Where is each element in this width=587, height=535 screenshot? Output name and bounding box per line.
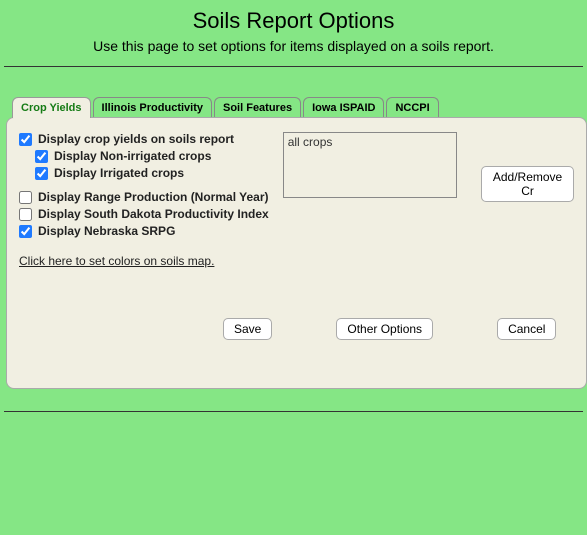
colors-link-row: Click here to set colors on soils map. — [19, 254, 269, 268]
label-non-irrigated: Display Non-irrigated crops — [54, 149, 211, 163]
checkbox-irrigated[interactable] — [35, 167, 48, 180]
checkbox-non-irrigated[interactable] — [35, 150, 48, 163]
option-irrigated[interactable]: Display Irrigated crops — [35, 166, 269, 180]
cancel-button[interactable]: Cancel — [497, 318, 556, 340]
checkbox-nebraska[interactable] — [19, 225, 32, 238]
checkbox-display-crop-yields[interactable] — [19, 133, 32, 146]
tab-iowa-ispaid[interactable]: Iowa ISPAID — [303, 97, 384, 118]
content-row: Display crop yields on soils report Disp… — [19, 132, 574, 268]
tab-bar: Crop Yields Illinois Productivity Soil F… — [6, 97, 587, 118]
tab-soil-features[interactable]: Soil Features — [214, 97, 301, 118]
tab-crop-yields[interactable]: Crop Yields — [12, 97, 91, 118]
colors-link[interactable]: Click here to set colors on soils map. — [19, 254, 214, 268]
label-range-production: Display Range Production (Normal Year) — [38, 190, 269, 204]
label-display-crop-yields: Display crop yields on soils report — [38, 132, 234, 146]
listbox-item-all-crops[interactable]: all crops — [288, 135, 452, 149]
other-options-group: Display Range Production (Normal Year) D… — [19, 190, 269, 238]
tab-illinois-productivity[interactable]: Illinois Productivity — [93, 97, 212, 118]
tab-nccpi[interactable]: NCCPI — [386, 97, 438, 118]
crop-yields-group: Display crop yields on soils report Disp… — [19, 132, 269, 180]
checkbox-range-production[interactable] — [19, 191, 32, 204]
option-non-irrigated[interactable]: Display Non-irrigated crops — [35, 149, 269, 163]
page-subtitle: Use this page to set options for items d… — [0, 38, 587, 60]
page-title: Soils Report Options — [0, 8, 587, 34]
option-nebraska[interactable]: Display Nebraska SRPG — [19, 224, 269, 238]
page-header: Soils Report Options Use this page to se… — [0, 0, 587, 66]
tabs-container: Crop Yields Illinois Productivity Soil F… — [6, 97, 587, 389]
other-options-button[interactable]: Other Options — [336, 318, 433, 340]
checkbox-south-dakota[interactable] — [19, 208, 32, 221]
save-button[interactable]: Save — [223, 318, 272, 340]
header-divider — [4, 66, 583, 67]
option-south-dakota[interactable]: Display South Dakota Productivity Index — [19, 207, 269, 221]
option-range-production[interactable]: Display Range Production (Normal Year) — [19, 190, 269, 204]
footer-divider — [4, 411, 583, 412]
label-nebraska: Display Nebraska SRPG — [38, 224, 175, 238]
add-remove-crops-button[interactable]: Add/Remove Cr — [481, 166, 574, 202]
action-buttons: Save Other Options Cancel — [223, 318, 574, 340]
label-irrigated: Display Irrigated crops — [54, 166, 184, 180]
label-south-dakota: Display South Dakota Productivity Index — [38, 207, 269, 221]
add-remove-wrap: Add/Remove Cr — [471, 132, 574, 202]
option-display-crop-yields[interactable]: Display crop yields on soils report — [19, 132, 269, 146]
options-column: Display crop yields on soils report Disp… — [19, 132, 269, 268]
crops-listbox[interactable]: all crops — [283, 132, 457, 198]
tab-panel: Display crop yields on soils report Disp… — [6, 117, 587, 389]
